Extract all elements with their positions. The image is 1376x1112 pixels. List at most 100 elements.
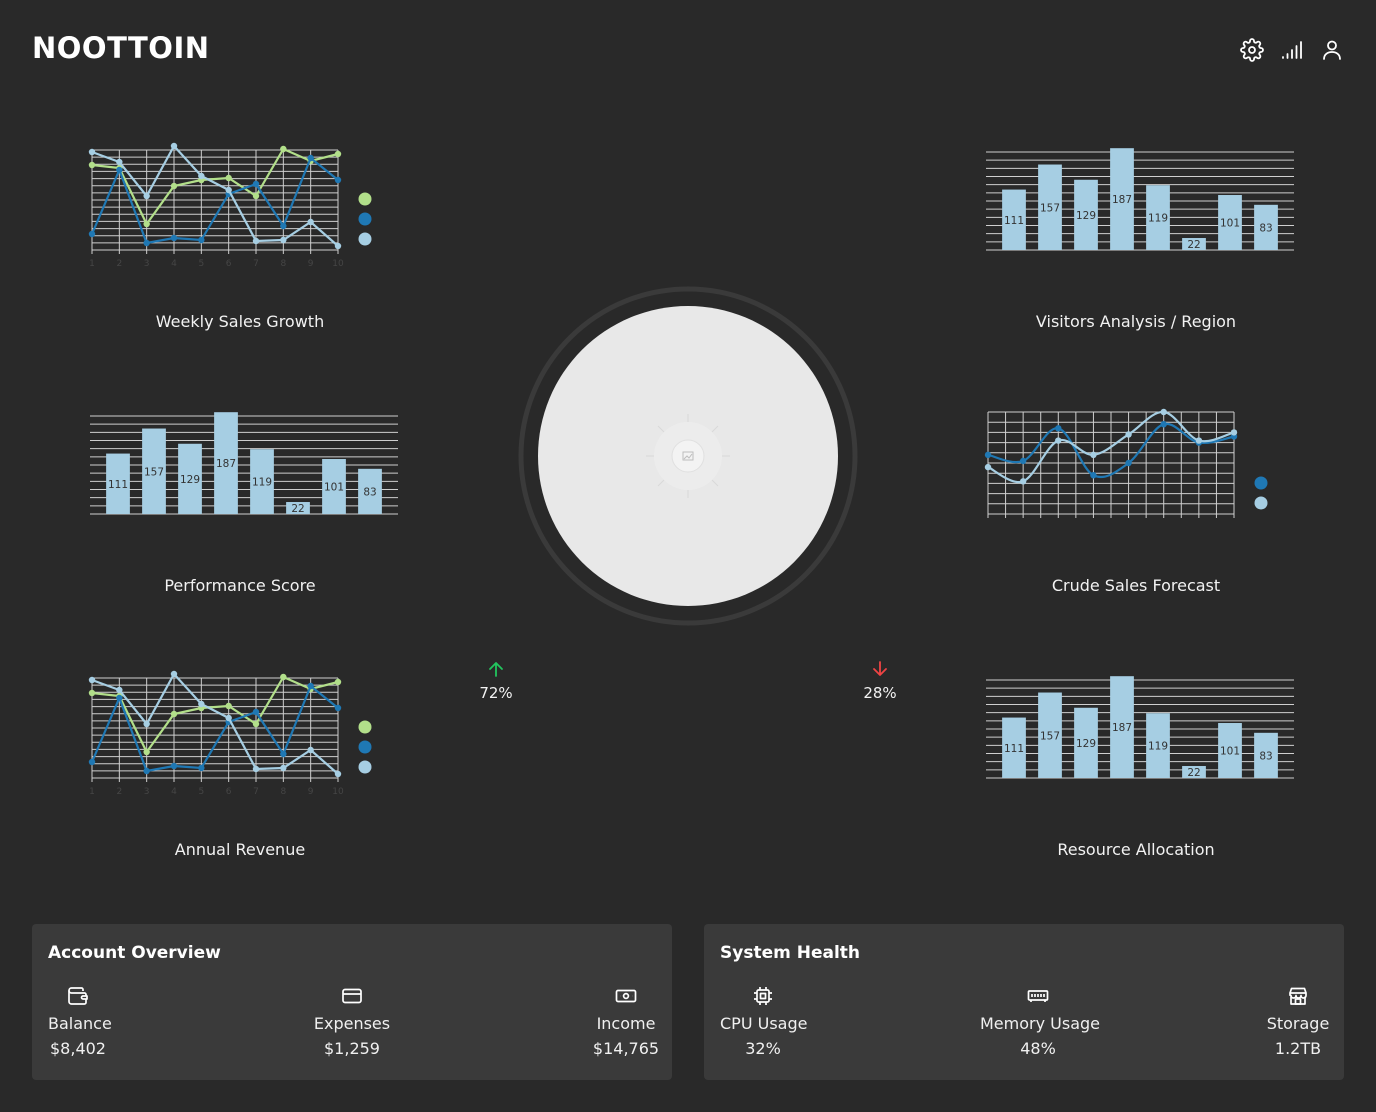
bar-value-label: 157 — [1040, 202, 1060, 214]
income-stat: Income $14,765 — [580, 984, 672, 1058]
series-point — [1195, 437, 1203, 444]
visitors-analysis-plot: 111 157 129 187 119 22 101 83 — [986, 148, 1294, 251]
series-point — [88, 676, 96, 684]
series-point — [252, 708, 260, 716]
series-point — [198, 700, 205, 708]
gear-icon[interactable] — [1240, 38, 1264, 62]
stat-value: $14,765 — [592, 1039, 660, 1058]
arrow-down-icon — [873, 661, 887, 676]
chart-grid — [986, 679, 1294, 779]
chart-weekly-sales-growth: 1 2 3 4 5 6 7 8 9 10 Weekly Sales Growth — [30, 104, 450, 344]
cpu-usage-stat: CPU Usage 32% — [720, 984, 808, 1058]
series-point — [225, 702, 232, 710]
x-tick-label: 9 — [308, 787, 314, 797]
series-point — [1090, 451, 1097, 459]
series-point — [1160, 421, 1167, 428]
legend-swatch — [358, 760, 372, 774]
expenses-stat: Expenses $1,259 — [302, 984, 402, 1058]
series-line — [91, 147, 339, 227]
stat-label: Balance — [48, 1014, 112, 1033]
series-point — [143, 192, 150, 200]
series-point — [1055, 437, 1062, 444]
bar-value-label: 157 — [144, 466, 164, 478]
x-tick-label: 7 — [253, 787, 259, 797]
x-tick-label: 4 — [171, 787, 177, 797]
series-point — [170, 710, 178, 718]
series-point — [170, 234, 178, 242]
chart-annual-revenue: 1 2 3 4 5 6 7 8 9 10 Annual Revenue — [30, 632, 450, 872]
series-point — [1230, 429, 1238, 436]
series-point — [1160, 408, 1167, 416]
stat-value: 48% — [1020, 1039, 1056, 1058]
series-point — [252, 237, 260, 245]
arrow-up-icon — [489, 662, 503, 677]
series-point — [1019, 478, 1027, 485]
series-point — [252, 192, 260, 200]
series-point — [280, 145, 287, 153]
chart-grid — [986, 151, 1294, 251]
chart-resource-allocation: 111 157 129 187 119 22 101 83 Resource Allocati… — [926, 632, 1346, 872]
series-point — [225, 186, 232, 194]
series-point — [334, 770, 342, 778]
wallet-icon — [68, 987, 88, 1005]
series-point — [334, 242, 342, 250]
panel-title: Account Overview — [48, 943, 221, 963]
bar-value-label: 111 — [1004, 743, 1024, 755]
bar-value-label: 83 — [1259, 750, 1272, 762]
chart-title: Resource Allocation — [1057, 840, 1215, 859]
series-point — [225, 174, 232, 182]
series-point — [88, 689, 96, 697]
chart-grid — [90, 415, 398, 515]
chart-title: Performance Score — [164, 576, 316, 595]
legend-swatch — [358, 720, 372, 734]
stat-label: CPU Usage — [720, 1014, 808, 1033]
signal-icon[interactable] — [1280, 38, 1304, 62]
series-point — [984, 451, 992, 459]
series-point — [252, 180, 260, 188]
bar-value-label: 111 — [108, 479, 128, 491]
bar-value-label: 22 — [291, 503, 304, 515]
x-tick-label: 4 — [171, 259, 177, 269]
series-point — [198, 172, 205, 180]
cash-icon — [615, 989, 637, 1003]
x-tick-label: 7 — [253, 259, 259, 269]
user-icon[interactable] — [1320, 38, 1344, 62]
chart-grid — [91, 677, 339, 782]
memory-usage-stat: Memory Usage 48% — [980, 984, 1101, 1058]
cpu-icon — [754, 987, 772, 1005]
chart-performance-score: 111 157 129 187 119 22 101 83 Performance Score — [30, 368, 450, 608]
bar-value-label: 129 — [1076, 738, 1096, 750]
chart-title: Visitors Analysis / Region — [1035, 312, 1237, 331]
series-point — [307, 682, 314, 690]
series-point — [116, 694, 123, 702]
legend-swatch — [1254, 476, 1268, 490]
gauge-up-value: 72% — [479, 684, 513, 702]
bar-value-label: 129 — [1076, 210, 1096, 222]
stat-value: 1.2TB — [1274, 1039, 1322, 1058]
annual-revenue-plot: 1 2 3 4 5 6 7 8 9 10 — [88, 670, 372, 797]
x-tick-label: 3 — [144, 259, 150, 269]
image-placeholder-icon — [646, 414, 730, 498]
x-tick-label: 8 — [280, 259, 286, 269]
gauge-up-stat: 72% — [456, 660, 536, 702]
system-health-panel: System Health CPU Usage 32% Memory Usage… — [704, 924, 1344, 1080]
series-point — [116, 158, 123, 166]
series-point — [143, 748, 150, 756]
gauge-down-value: 28% — [863, 684, 897, 702]
chart-grid — [91, 149, 339, 254]
performance-score-plot: 111 157 129 187 119 22 101 83 — [90, 412, 398, 515]
series-line — [91, 675, 339, 755]
x-tick-label: 1 — [89, 259, 95, 269]
legend-swatch — [358, 232, 372, 246]
series-point — [88, 148, 96, 156]
series-point — [170, 762, 178, 770]
legend-swatch — [358, 740, 372, 754]
series-point — [170, 670, 178, 678]
series-point — [307, 746, 314, 754]
credit-card-icon — [342, 988, 362, 1004]
bar-value-label: 119 — [1148, 213, 1168, 225]
stat-label: Memory Usage — [980, 1014, 1101, 1033]
chart-title: Weekly Sales Growth — [155, 312, 325, 331]
storage-stat: Storage 1.2TB — [1266, 984, 1330, 1058]
x-tick-label: 5 — [198, 787, 204, 797]
